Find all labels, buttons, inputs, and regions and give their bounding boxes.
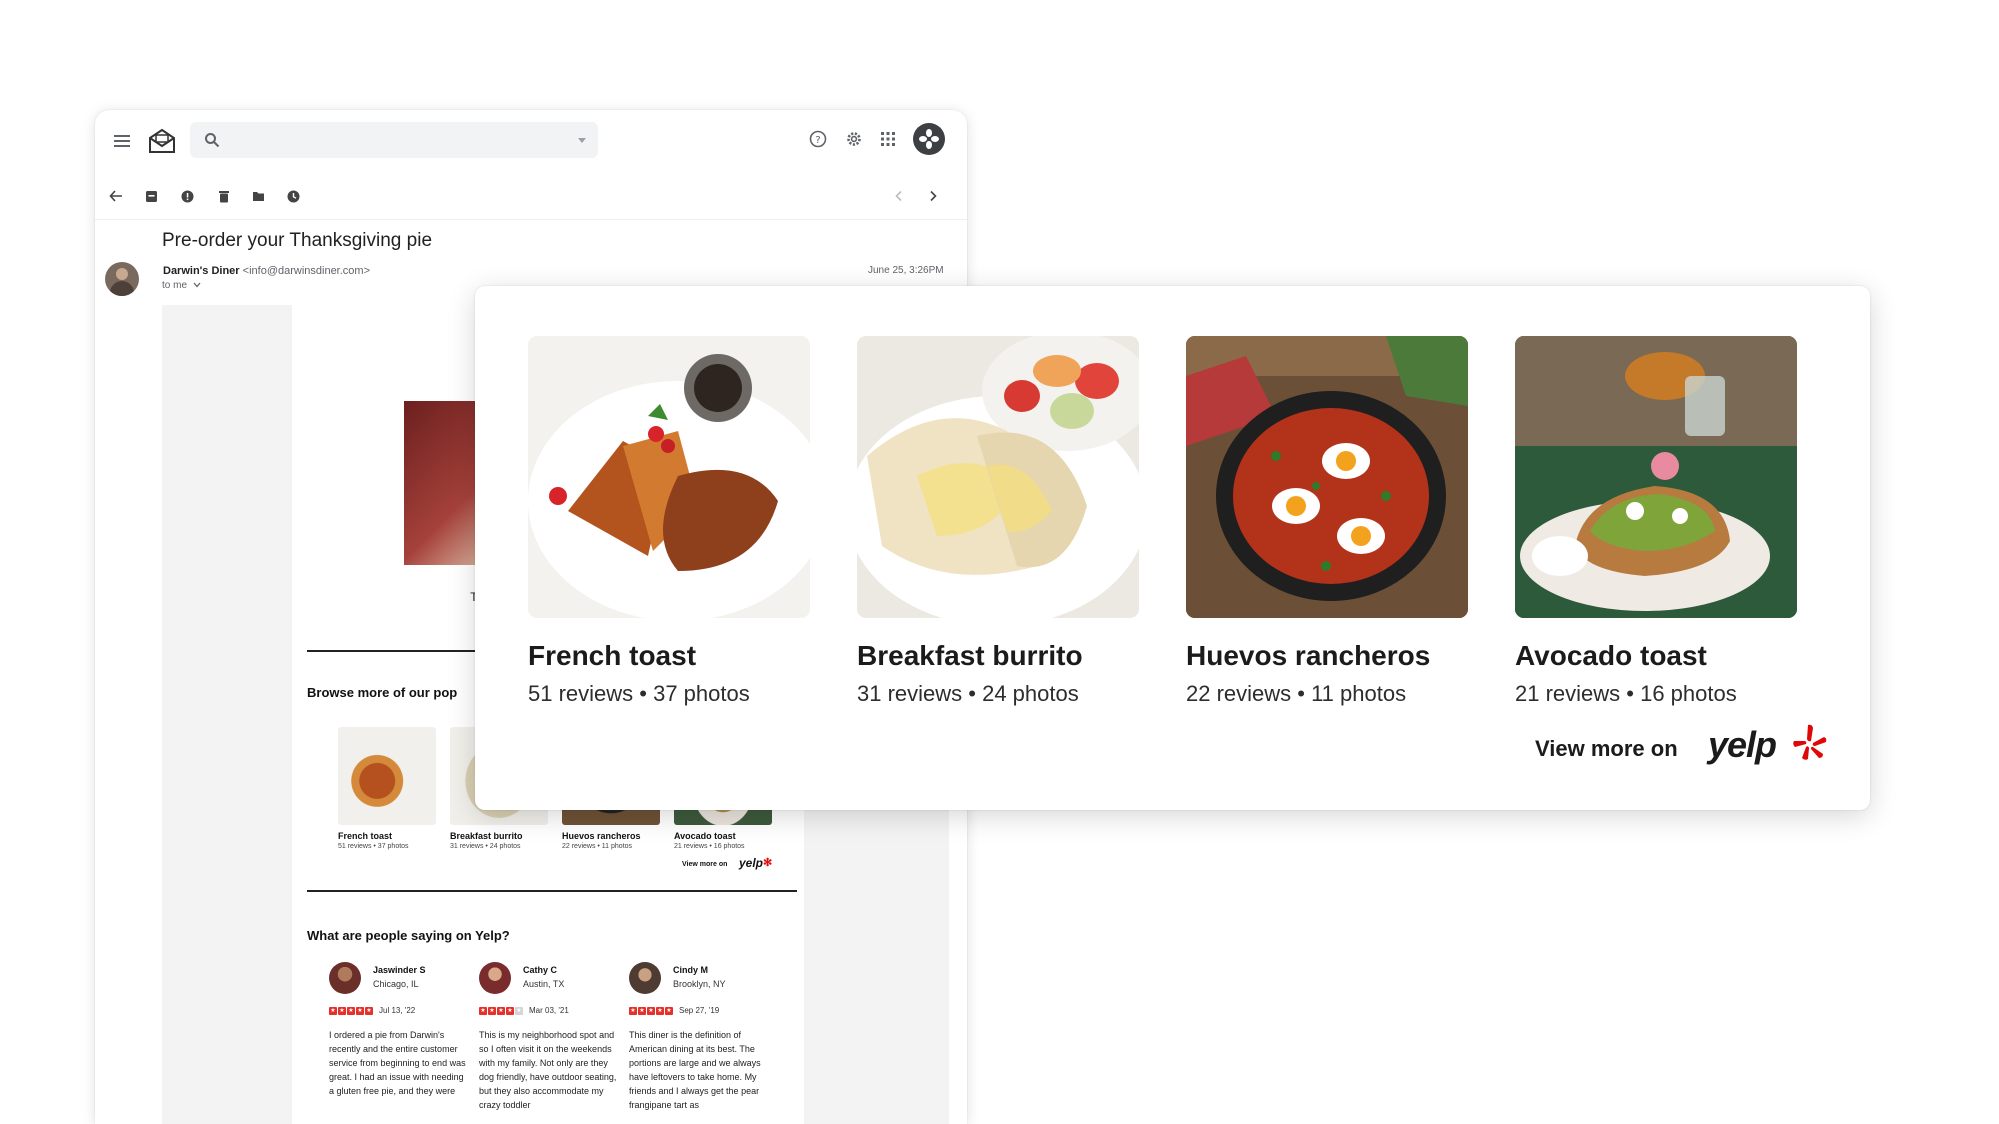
yelp-burst-icon — [1793, 724, 1827, 760]
star-icon: ★ — [656, 1007, 664, 1015]
apps-icon[interactable] — [877, 128, 899, 150]
star-icon: ★ — [506, 1007, 514, 1015]
reviewer-name: Cathy C — [523, 965, 558, 975]
review-text: I ordered a pie from Darwin's recently a… — [329, 1030, 466, 1096]
dish-name: Huevos rancheros — [1186, 640, 1431, 671]
search-input[interactable] — [230, 128, 550, 152]
reviewer-location: Austin, TX — [523, 979, 565, 989]
reviewer-location: Chicago, IL — [373, 979, 419, 989]
review-text: This is my neighborhood spot and so I of… — [479, 1030, 617, 1110]
star-rating: ★ ★ ★ ★ ★ — [479, 1007, 523, 1015]
top-bar: ? — [95, 110, 967, 174]
gear-icon[interactable] — [843, 128, 865, 150]
browse-heading: Browse more of our pop — [307, 685, 458, 700]
mail-logo-icon[interactable] — [145, 124, 179, 158]
mini-dish-meta: 51 reviews • 37 photos — [338, 843, 409, 850]
star-icon: ★ — [329, 1007, 337, 1015]
mini-dish-name: Breakfast burrito — [450, 831, 523, 841]
star-icon: ★ — [479, 1007, 487, 1015]
older-message-chevron-icon[interactable] — [890, 187, 908, 205]
star-icon: ★ — [488, 1007, 496, 1015]
newer-message-chevron-icon[interactable] — [924, 187, 942, 205]
reviewer-name: Cindy M — [673, 965, 708, 975]
star-icon: ★ — [338, 1007, 346, 1015]
dish-card-avocado-toast[interactable]: Avocado toast 21 reviews • 16 photos — [1515, 336, 1797, 706]
star-icon: ★ — [356, 1007, 364, 1015]
reviewer-name: Jaswinder S — [373, 965, 426, 975]
star-icon: ★ — [665, 1007, 673, 1015]
view-more-link[interactable]: View more on — [1535, 736, 1678, 762]
star-icon: ★ — [647, 1007, 655, 1015]
star-icon: ★ — [638, 1007, 646, 1015]
reviews-heading: What are people saying on Yelp? — [307, 928, 510, 943]
dish-meta: 21 reviews • 16 photos — [1515, 681, 1737, 706]
dish-meta: 22 reviews • 11 photos — [1186, 681, 1407, 706]
review-text: This diner is the definition of American… — [629, 1030, 761, 1110]
search-icon[interactable] — [200, 128, 224, 152]
reviewer-avatar — [479, 962, 511, 994]
review-date: Mar 03, '21 — [529, 1006, 569, 1015]
dish-card-breakfast-burrito[interactable]: Breakfast burrito 31 reviews • 24 photos — [857, 336, 1139, 706]
search-options-icon[interactable] — [578, 138, 586, 143]
move-to-folder-icon[interactable] — [249, 187, 267, 205]
chevron-down-icon — [193, 282, 201, 288]
search-bar[interactable] — [190, 122, 598, 158]
email-subject: Pre-order your Thanksgiving pie — [162, 230, 433, 251]
dish-name: French toast — [528, 640, 697, 671]
reviewer-avatar — [629, 962, 661, 994]
message-toolbar — [95, 174, 967, 220]
yelp-logo[interactable]: yelp — [1708, 724, 1777, 766]
dish-name: Breakfast burrito — [857, 640, 1083, 671]
svg-text:?: ? — [815, 135, 820, 146]
dish-meta: 31 reviews • 24 photos — [857, 681, 1079, 706]
sender-name: Darwin's Diner — [163, 265, 240, 277]
dish-photo — [528, 336, 810, 618]
yelp-burst-icon: ✻ — [763, 857, 773, 869]
star-icon: ★ — [515, 1007, 523, 1015]
sender-avatar — [105, 262, 139, 296]
email-date: June 25, 3:26PM — [868, 265, 944, 276]
mini-dish-meta: 22 reviews • 11 photos — [562, 843, 633, 850]
delete-icon[interactable] — [215, 187, 233, 205]
review-date: Jul 13, '22 — [379, 1006, 416, 1015]
mini-yelp-logo[interactable]: yelp — [739, 856, 763, 870]
mini-dish-photo — [338, 727, 436, 825]
reviewer-location: Brooklyn, NY — [673, 979, 726, 989]
star-icon: ★ — [629, 1007, 637, 1015]
menu-icon[interactable] — [109, 128, 135, 154]
popular-dishes-card: French toast 51 reviews • 37 photos Brea… — [475, 286, 1870, 810]
sender-email: <info@darwinsdiner.com> — [242, 265, 370, 277]
dish-photo — [1186, 336, 1468, 618]
review-date: Sep 27, '19 — [679, 1006, 720, 1015]
report-spam-icon[interactable] — [178, 187, 196, 205]
section-divider — [307, 890, 797, 892]
dish-photo — [857, 336, 1139, 618]
dish-card-huevos-rancheros[interactable]: Huevos rancheros 22 reviews • 11 photos — [1186, 336, 1468, 706]
mini-dish-name: Avocado toast — [674, 831, 736, 841]
mini-dish-meta: 21 reviews • 16 photos — [674, 843, 745, 850]
mini-dish-meta: 31 reviews • 24 photos — [450, 843, 521, 850]
recipient-label: to me — [162, 280, 188, 291]
star-icon: ★ — [365, 1007, 373, 1015]
mini-dish-card[interactable]: French toast 51 reviews • 37 photos — [338, 727, 436, 850]
mini-dish-name: French toast — [338, 831, 393, 841]
sender-line: Darwin's Diner <info@darwinsdiner.com> — [163, 265, 370, 277]
dish-meta: 51 reviews • 37 photos — [528, 681, 750, 706]
star-icon: ★ — [497, 1007, 505, 1015]
dish-name: Avocado toast — [1515, 640, 1707, 671]
reviewer-avatar — [329, 962, 361, 994]
mini-dish-name: Huevos rancheros — [562, 831, 641, 841]
help-icon[interactable]: ? — [807, 128, 829, 150]
back-arrow-icon[interactable] — [107, 187, 125, 205]
recipient-toggle[interactable]: to me — [162, 280, 201, 291]
star-icon: ★ — [347, 1007, 355, 1015]
account-avatar-icon[interactable] — [913, 123, 945, 155]
archive-icon[interactable] — [142, 187, 160, 205]
star-rating: ★ ★ ★ ★ ★ — [329, 1007, 373, 1015]
dish-photo — [1515, 336, 1797, 618]
dish-card-french-toast[interactable]: French toast 51 reviews • 37 photos — [528, 336, 810, 706]
star-rating: ★ ★ ★ ★ ★ — [629, 1007, 673, 1015]
mini-view-more-link[interactable]: View more on — [682, 861, 727, 868]
snooze-clock-icon[interactable] — [284, 187, 302, 205]
